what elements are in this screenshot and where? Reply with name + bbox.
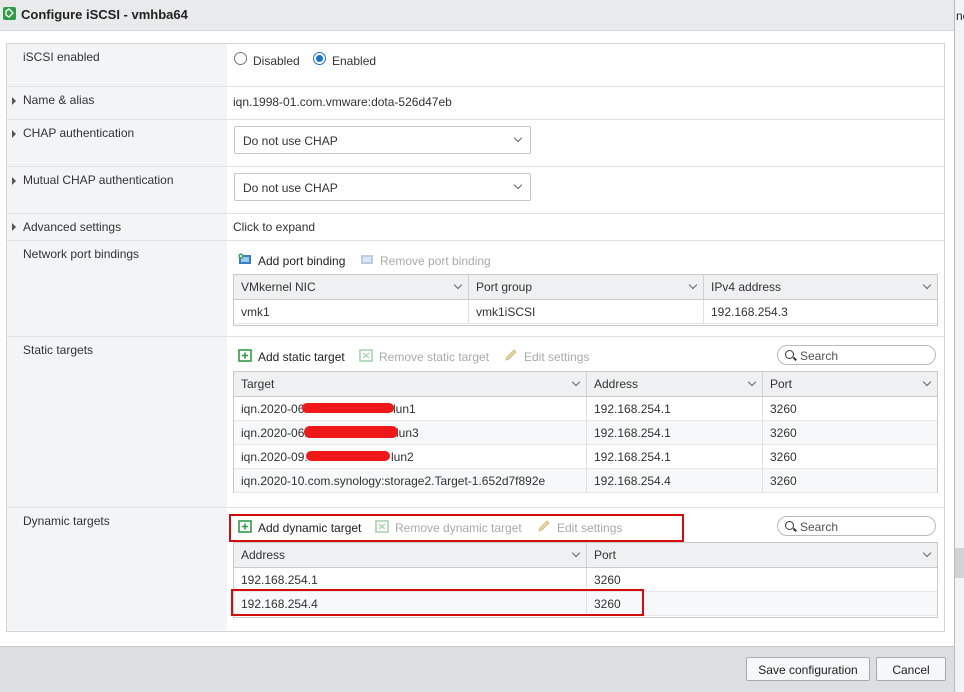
- dynamic-targets-search[interactable]: Search: [777, 516, 936, 536]
- pencil-icon: [505, 349, 517, 361]
- mutual-chap-label[interactable]: Mutual CHAP authentication: [23, 173, 174, 187]
- search-icon: [785, 521, 794, 530]
- radio-enabled-label[interactable]: Enabled: [332, 54, 376, 68]
- name-alias-value: iqn.1998-01.com.vmware:dota-526d47eb: [233, 95, 452, 109]
- vmware-logo-icon: [3, 7, 16, 20]
- iscsi-enabled-label: iSCSI enabled: [23, 50, 100, 64]
- configure-iscsi-dialog: Configure iSCSI - vmhba64 iSCSI enabled …: [0, 0, 955, 692]
- port-bindings-label: Network port bindings: [23, 247, 140, 261]
- grid-header: VMkernel NIC Port group IPv4 address: [234, 275, 937, 300]
- highlight-box: [231, 589, 644, 616]
- edit-dynamic-settings-button[interactable]: Edit settings: [537, 518, 627, 536]
- table-row[interactable]: iqn.2020-06. lun1 192.168.254.1 3260: [234, 397, 937, 421]
- dialog-titlebar: Configure iSCSI - vmhba64: [0, 0, 954, 31]
- chevron-down-icon: [922, 280, 932, 290]
- radio-disabled-label[interactable]: Disabled: [253, 54, 300, 68]
- chevron-down-icon: [513, 133, 523, 143]
- column-header-address[interactable]: Address: [234, 543, 587, 567]
- static-targets-grid: Target Address Port iqn.2020-06. lun1 192…: [233, 371, 938, 493]
- background-window-edge: ne: [955, 0, 964, 692]
- dynamic-targets-label: Dynamic targets: [23, 514, 110, 528]
- column-header-port[interactable]: Port: [763, 372, 937, 396]
- redaction-mark: [302, 403, 394, 413]
- add-port-binding-button[interactable]: Add port binding: [238, 251, 353, 269]
- remove-target-icon: [359, 349, 373, 362]
- dialog-footer: Save configuration Cancel: [0, 646, 954, 692]
- chap-select[interactable]: Do not use CHAP: [234, 126, 531, 154]
- expand-caret-icon[interactable]: [12, 177, 16, 185]
- cancel-button[interactable]: Cancel: [876, 657, 946, 681]
- expand-caret-icon[interactable]: [12, 130, 16, 138]
- search-icon: [785, 350, 794, 359]
- port-bindings-grid: VMkernel NIC Port group IPv4 address vmk…: [233, 274, 938, 326]
- background-window-text: ne: [956, 9, 964, 23]
- iscsi-config-table: iSCSI enabled Disabled Enabled Name & al…: [6, 43, 945, 632]
- redaction-mark: [306, 451, 390, 461]
- chevron-down-icon: [922, 548, 932, 558]
- mutual-chap-select[interactable]: Do not use CHAP: [234, 173, 531, 201]
- remove-target-icon: [375, 520, 389, 533]
- name-alias-label[interactable]: Name & alias: [23, 93, 94, 107]
- column-header-ipv4[interactable]: IPv4 address: [704, 275, 937, 299]
- chevron-down-icon: [513, 180, 523, 190]
- row-static-targets: Static targets Add static target Remove …: [7, 337, 944, 542]
- table-row[interactable]: iqn.2020-10.com.synology:storage2.Target…: [234, 469, 937, 493]
- advanced-settings-label[interactable]: Advanced settings: [23, 220, 121, 234]
- radio-enabled[interactable]: [313, 52, 326, 65]
- remove-static-target-button[interactable]: Remove static target: [359, 347, 499, 365]
- chevron-down-icon: [747, 377, 757, 387]
- table-row[interactable]: iqn.2020-09. lun2 192.168.254.1 3260: [234, 445, 937, 469]
- chevron-down-icon: [922, 377, 932, 387]
- table-row[interactable]: iqn.2020-06. lun3 192.168.254.1 3260: [234, 421, 937, 445]
- column-header-target[interactable]: Target: [234, 372, 587, 396]
- static-targets-search[interactable]: Search: [777, 345, 936, 365]
- row-mutual-chap: Mutual CHAP authentication Do not use CH…: [7, 167, 944, 214]
- chevron-down-icon: [571, 377, 581, 387]
- row-chap: CHAP authentication Do not use CHAP: [7, 120, 944, 167]
- row-dynamic-targets: Dynamic targets Add dynamic target Remov…: [7, 508, 944, 630]
- table-row[interactable]: vmk1 vmk1iSCSI 192.168.254.3: [234, 300, 937, 324]
- column-header-address[interactable]: Address: [587, 372, 763, 396]
- edit-static-settings-button[interactable]: Edit settings: [504, 347, 594, 365]
- radio-disabled[interactable]: [234, 52, 247, 65]
- column-header-port-group[interactable]: Port group: [469, 275, 704, 299]
- dialog-title: Configure iSCSI - vmhba64: [21, 7, 188, 22]
- background-scrollbar: [955, 548, 964, 578]
- column-header-vmkernel-nic[interactable]: VMkernel NIC: [234, 275, 469, 299]
- static-targets-label: Static targets: [23, 343, 94, 357]
- chap-select-value: Do not use CHAP: [243, 134, 338, 148]
- advanced-click-to-expand[interactable]: Click to expand: [233, 220, 315, 234]
- add-static-target-button[interactable]: Add static target: [238, 347, 353, 365]
- mutual-chap-select-value: Do not use CHAP: [243, 181, 338, 195]
- remove-port-binding-button[interactable]: Remove port binding: [360, 251, 495, 269]
- column-header-port[interactable]: Port: [587, 543, 937, 567]
- add-dynamic-target-button[interactable]: Add dynamic target: [238, 518, 368, 536]
- chap-label[interactable]: CHAP authentication: [23, 126, 134, 140]
- chevron-down-icon: [571, 548, 581, 558]
- add-network-icon: [238, 253, 251, 264]
- pencil-icon: [538, 520, 550, 532]
- remove-dynamic-target-button[interactable]: Remove dynamic target: [375, 518, 525, 536]
- row-name-alias[interactable]: Name & alias iqn.1998-01.com.vmware:dota…: [7, 87, 944, 120]
- expand-caret-icon[interactable]: [12, 97, 16, 105]
- save-configuration-button[interactable]: Save configuration: [746, 657, 870, 681]
- expand-caret-icon[interactable]: [12, 223, 16, 231]
- add-target-icon: [238, 520, 252, 533]
- row-port-bindings: Network port bindings Add port binding R…: [7, 241, 944, 337]
- add-target-icon: [238, 349, 252, 362]
- chevron-down-icon: [688, 280, 698, 290]
- chevron-down-icon: [453, 280, 463, 290]
- redaction-mark: [304, 426, 398, 438]
- row-advanced-settings[interactable]: Advanced settings Click to expand: [7, 214, 944, 241]
- remove-network-icon: [361, 255, 373, 264]
- row-iscsi-enabled: iSCSI enabled Disabled Enabled: [7, 44, 944, 87]
